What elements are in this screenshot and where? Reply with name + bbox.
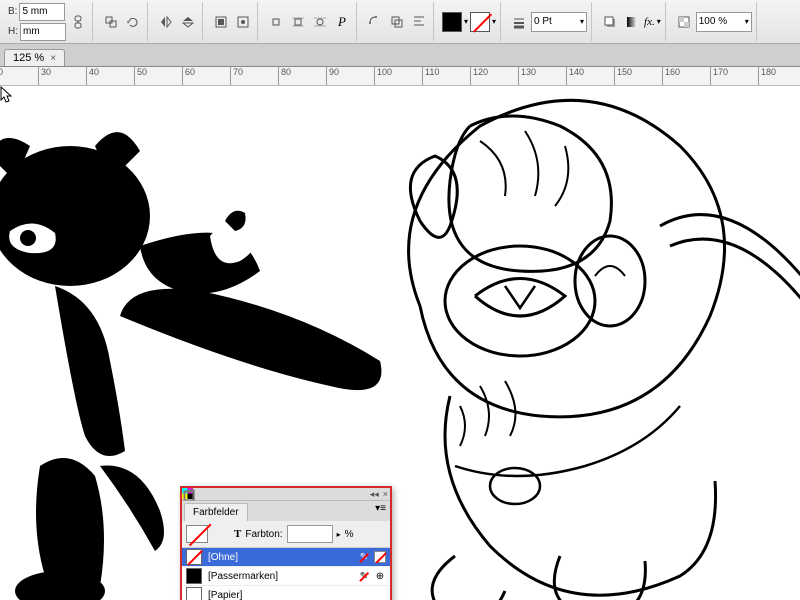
control-toolbar: B: H: P ▾ ▾ (0, 0, 800, 44)
panel-menu-icon[interactable]: ▾≡ (371, 501, 390, 521)
fill-swatch[interactable] (442, 12, 462, 32)
stroke-swatch[interactable] (470, 12, 490, 32)
gradient-icon[interactable] (622, 12, 642, 32)
tint-unit: % (345, 529, 354, 540)
ruler-tick: 20 (0, 67, 3, 85)
transform-group (97, 2, 148, 41)
ruler-tick: 180 (758, 67, 776, 85)
ruler-tick: 30 (38, 67, 51, 85)
wrap-shape-icon[interactable] (310, 12, 330, 32)
document-tab[interactable]: 125 % × (4, 49, 65, 66)
flip-vertical-icon[interactable] (178, 12, 198, 32)
ruler-tick: 130 (518, 67, 536, 85)
ruler-tick: 80 (278, 67, 291, 85)
fill-stroke-proxy[interactable] (186, 525, 208, 543)
none-type-icon (374, 551, 386, 563)
ruler-tick: 40 (86, 67, 99, 85)
pathfinder-icon[interactable] (387, 12, 407, 32)
arrange-group (207, 2, 258, 41)
fx-label[interactable]: fx. (644, 16, 655, 28)
ruler-tick: 120 (470, 67, 488, 85)
flip-group (152, 2, 203, 41)
object-formatting-icon[interactable] (212, 525, 230, 543)
tab-label: 125 % (13, 52, 44, 64)
ruler-tick: 170 (710, 67, 728, 85)
dropdown-arrow-icon[interactable]: ▾ (657, 17, 661, 26)
registration-icon: ⊕ (374, 570, 386, 582)
stroke-weight-group: 0 Pt▾ (505, 2, 592, 41)
height-label: H: (8, 26, 18, 37)
tint-label: Farbton: (245, 529, 282, 540)
panel-controls: T Farbton: ▸ % (182, 521, 390, 548)
wrap-bounding-icon[interactable] (288, 12, 308, 32)
ruler-tick: 60 (182, 67, 195, 85)
select-content-icon[interactable] (233, 12, 253, 32)
align-icon[interactable] (409, 12, 429, 32)
swatch-list: [Ohne] [Passermarken] ⊕ [Papier] [Schwar… (182, 548, 390, 600)
not-editable-icon (358, 570, 370, 582)
effects-group: fx. ▾ (596, 2, 666, 41)
stroke-weight-input[interactable]: 0 Pt▾ (531, 12, 587, 32)
ruler-tick: 110 (422, 67, 439, 85)
link-dimensions-icon[interactable] (68, 12, 88, 32)
ruler-tick: 160 (662, 67, 680, 85)
ruler-tick: 90 (326, 67, 339, 85)
ruler-tick: 50 (134, 67, 147, 85)
rotate-icon[interactable] (123, 12, 143, 32)
tab-close-icon[interactable]: × (50, 53, 56, 64)
paragraph-icon[interactable]: P (332, 12, 352, 32)
artwork-right-character (360, 86, 800, 600)
width-input[interactable] (19, 3, 65, 21)
opacity-input[interactable]: 100 %▾ (696, 12, 752, 32)
text-formatting-icon[interactable]: T (234, 528, 241, 540)
fill-stroke-group: ▾ ▾ (438, 2, 501, 41)
swatch-row-none[interactable]: [Ohne] (182, 548, 390, 567)
dropdown-arrow-icon[interactable]: ▾ (492, 17, 496, 26)
scale-icon[interactable] (101, 12, 121, 32)
panel-tab-swatches[interactable]: Farbfelder (184, 503, 248, 521)
corner-options-icon[interactable] (365, 12, 385, 32)
document-canvas[interactable]: ◂◂ × Farbfelder ▾≡ T Farbton: ▸ % [Ohne]… (0, 86, 800, 600)
panel-close-icon[interactable]: × (383, 489, 388, 499)
width-label: B: (8, 6, 17, 17)
panel-collapse-icon[interactable]: ◂◂ (370, 489, 379, 500)
dropdown-arrow-icon[interactable]: ▾ (464, 17, 468, 26)
tint-input[interactable] (287, 525, 333, 543)
wrap-none-icon[interactable] (266, 12, 286, 32)
drop-shadow-icon[interactable] (600, 12, 620, 32)
ruler-tick: 70 (230, 67, 243, 85)
ruler-tick: 150 (614, 67, 632, 85)
swatch-label: [Papier] (208, 590, 380, 600)
swatches-panel: ◂◂ × Farbfelder ▾≡ T Farbton: ▸ % [Ohne]… (180, 486, 392, 600)
document-tab-bar: 125 % × (0, 44, 800, 67)
swatch-row-registration[interactable]: [Passermarken] ⊕ (182, 567, 390, 586)
panel-header[interactable]: ◂◂ × (182, 488, 390, 501)
opacity-icon (674, 12, 694, 32)
not-editable-icon (358, 551, 370, 563)
dimensions-group: B: H: (4, 2, 93, 41)
textwrap-group: P (262, 2, 357, 41)
flip-horizontal-icon[interactable] (156, 12, 176, 32)
corner-group (361, 2, 434, 41)
swatch-label: [Ohne] (208, 552, 352, 563)
swatch-row-paper[interactable]: [Papier] (182, 586, 390, 600)
tint-arrow-icon[interactable]: ▸ (337, 530, 341, 539)
ruler-tick: 140 (566, 67, 584, 85)
select-container-icon[interactable] (211, 12, 231, 32)
horizontal-ruler[interactable]: 20 30 40 50 60 70 80 90 100 110 120 130 140 150 160 170… (0, 67, 800, 86)
stroke-weight-icon (509, 12, 529, 32)
height-input[interactable] (20, 23, 66, 41)
ruler-tick: 100 (374, 67, 392, 85)
swatch-label: [Passermarken] (208, 571, 352, 582)
opacity-group: 100 %▾ (670, 2, 757, 41)
